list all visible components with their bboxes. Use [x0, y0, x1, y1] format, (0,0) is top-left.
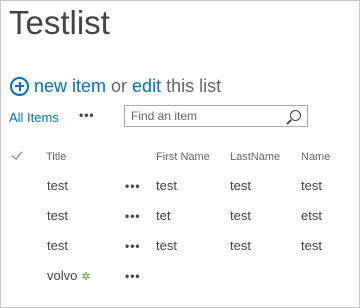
search-icon[interactable]: [290, 110, 301, 121]
row-last-name: test: [230, 178, 251, 193]
column-header-last-name[interactable]: LastName: [230, 151, 280, 163]
row-name: etst: [301, 208, 322, 223]
this-list-text: this list: [166, 75, 222, 96]
view-all-items[interactable]: All Items: [9, 110, 59, 125]
row-last-name: test: [230, 208, 251, 223]
new-item-icon: ✲: [81, 271, 91, 283]
row-title: volvo ✲: [47, 268, 91, 283]
new-item-link[interactable]: new item: [34, 76, 106, 97]
column-header-name[interactable]: Name: [301, 151, 330, 163]
row-title[interactable]: test: [47, 208, 68, 223]
edit-link[interactable]: edit: [132, 76, 161, 97]
column-header-title[interactable]: Title: [46, 151, 66, 163]
row-menu-ellipsis-icon[interactable]: •••: [125, 269, 141, 283]
row-name: test: [301, 178, 322, 193]
search-box: [124, 105, 308, 127]
row-title-link[interactable]: volvo: [47, 268, 77, 283]
view-more-ellipsis-icon[interactable]: •••: [79, 108, 95, 122]
add-circle-icon[interactable]: [10, 76, 29, 96]
row-first-name: tet: [156, 208, 171, 223]
row-menu-ellipsis-icon[interactable]: •••: [125, 209, 141, 223]
row-last-name: test: [230, 238, 251, 253]
row-title[interactable]: test: [47, 238, 68, 253]
new-item-bar: new item or edit this list: [10, 73, 221, 99]
row-name: test: [301, 238, 322, 253]
row-menu-ellipsis-icon[interactable]: •••: [125, 179, 141, 193]
or-text: or: [111, 75, 128, 96]
row-title[interactable]: test: [47, 178, 68, 193]
page-title: Testlist: [9, 4, 110, 41]
row-first-name: test: [156, 178, 177, 193]
row-menu-ellipsis-icon[interactable]: •••: [125, 239, 141, 253]
search-input[interactable]: [125, 109, 281, 123]
column-header-first-name[interactable]: First Name: [156, 151, 210, 163]
view-selector: All Items: [9, 106, 59, 128]
row-first-name: test: [156, 238, 177, 253]
